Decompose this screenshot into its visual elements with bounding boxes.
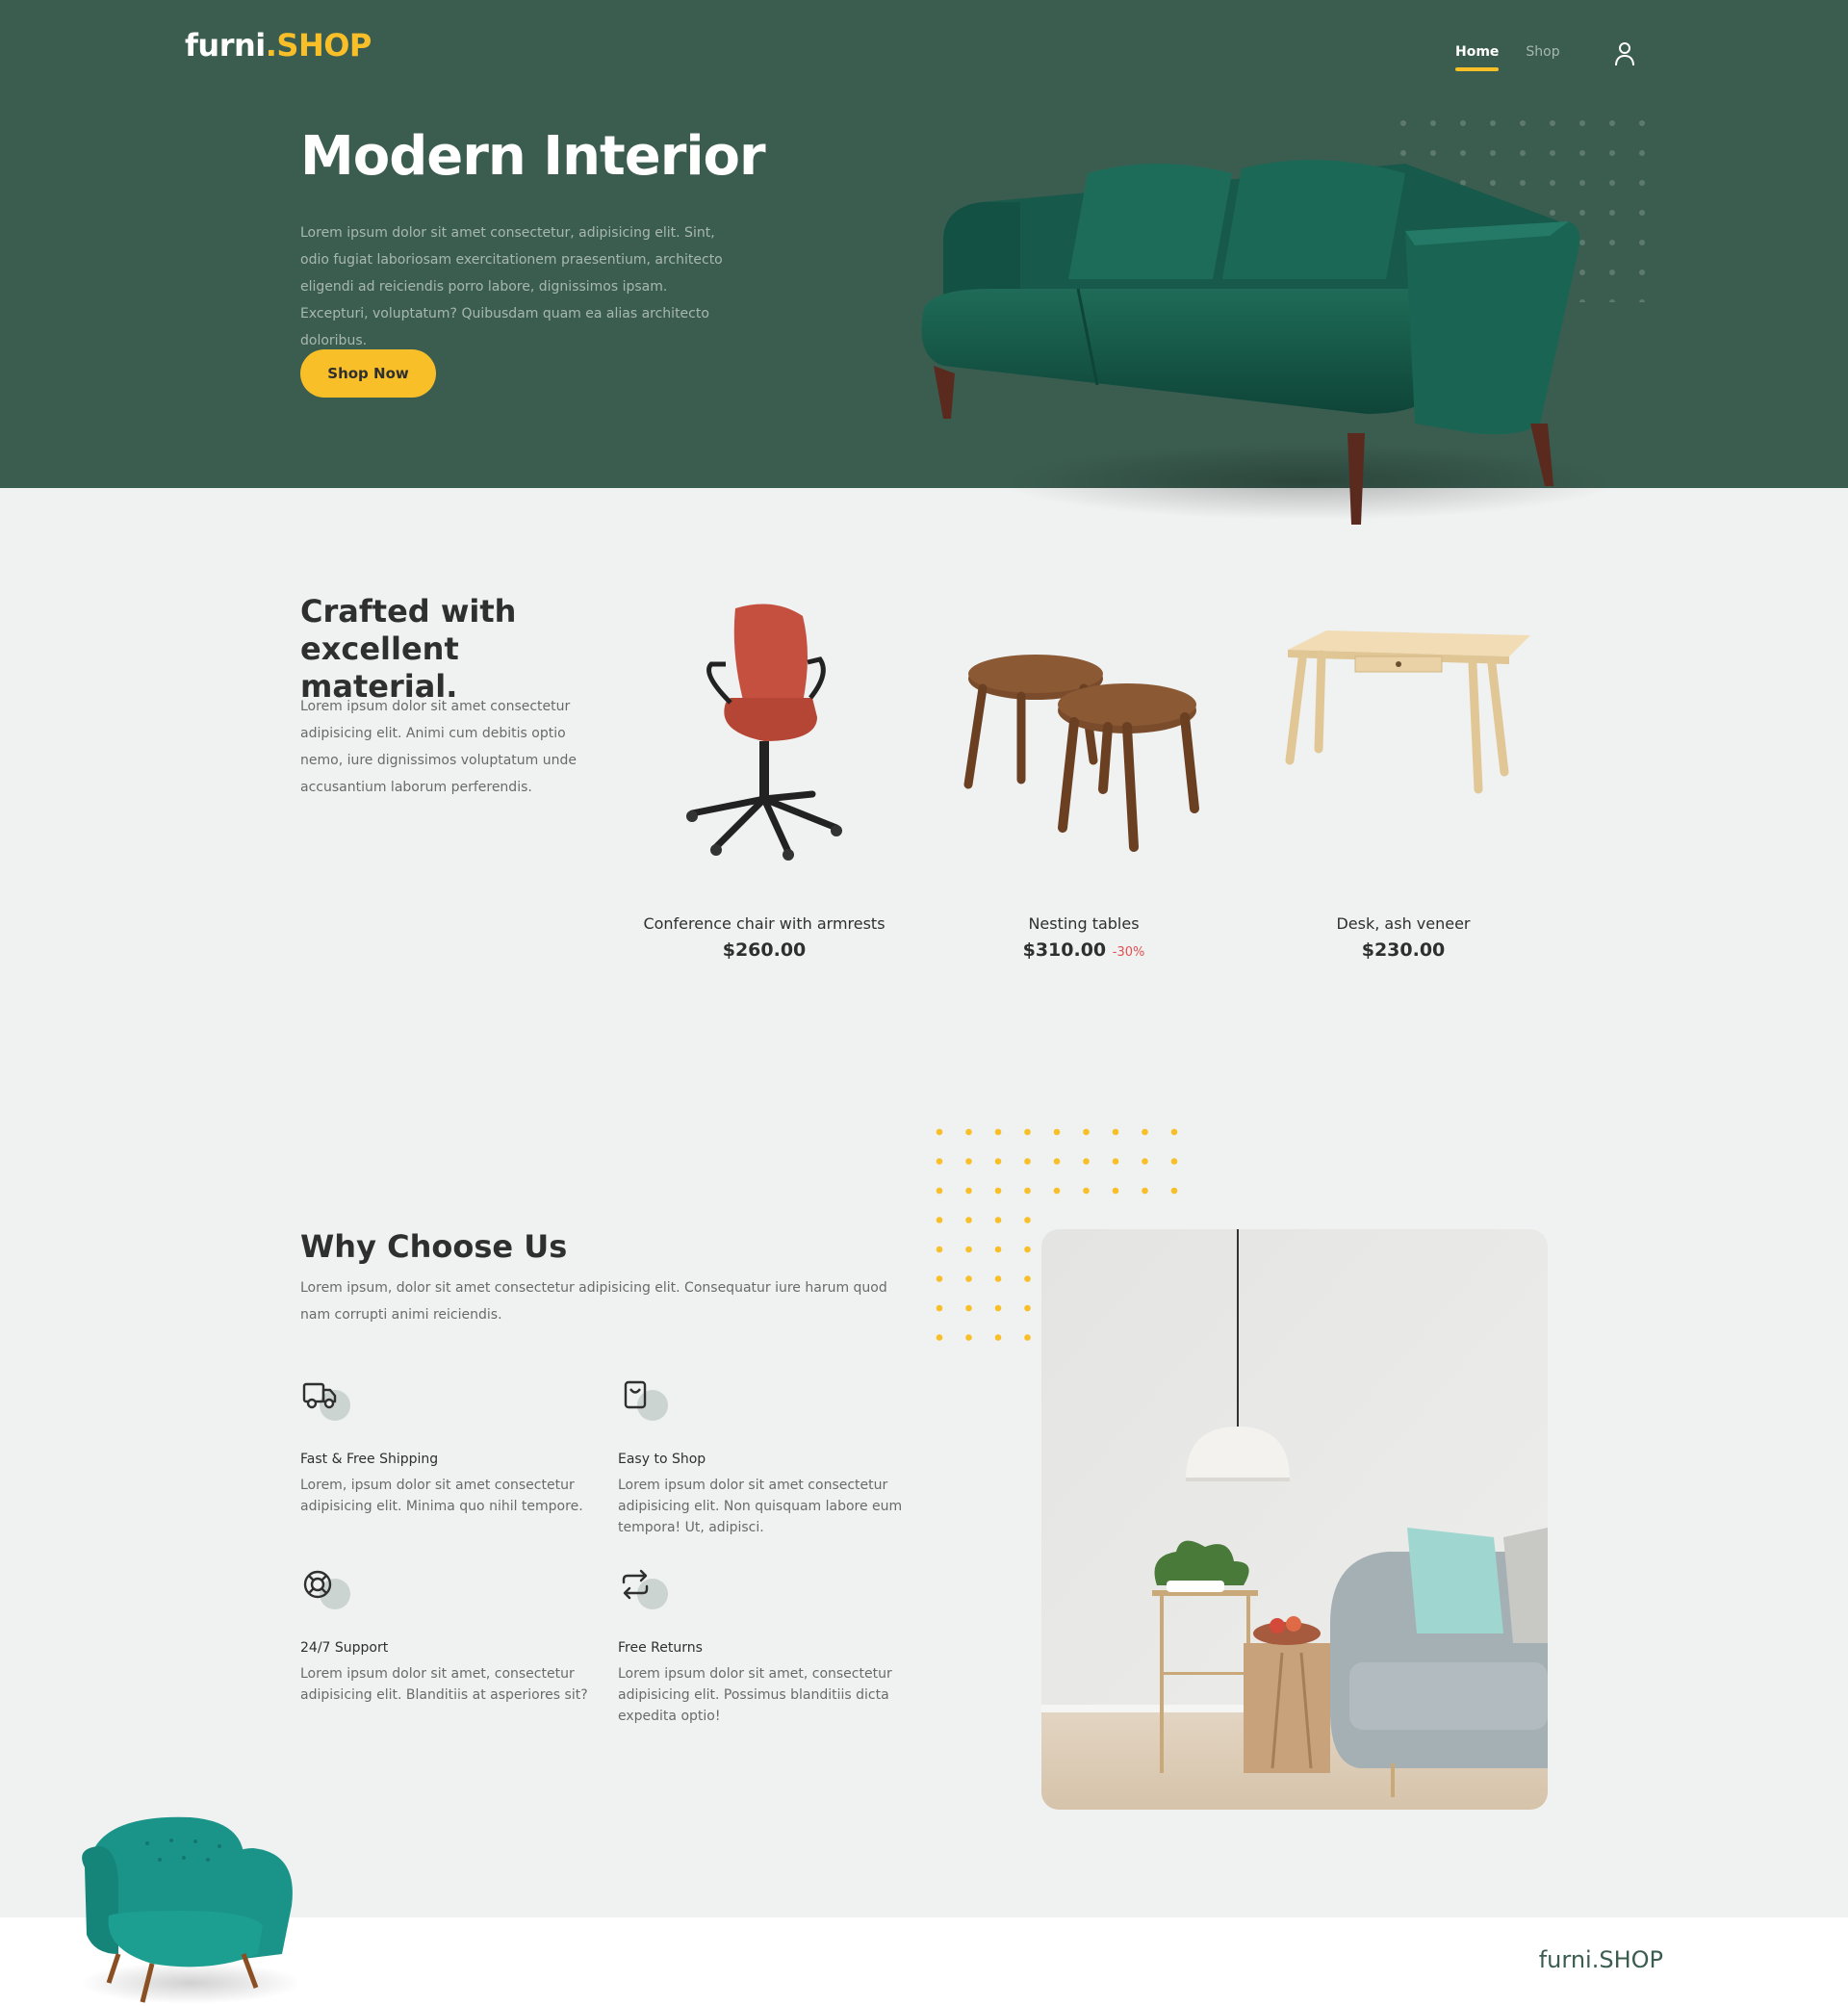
living-room-image bbox=[1041, 1229, 1548, 1810]
armchair-image bbox=[80, 1816, 301, 2004]
office-chair-image bbox=[686, 604, 842, 861]
logo-shop: SHOP bbox=[276, 27, 372, 64]
shop-now-button[interactable]: Shop Now bbox=[300, 349, 436, 398]
product-price: $260.00 bbox=[620, 939, 909, 961]
feature-shipping: Fast & Free Shipping Lorem, ipsum dolor … bbox=[300, 1378, 589, 1517]
feature-title: Fast & Free Shipping bbox=[300, 1452, 439, 1467]
logo-main: furni bbox=[185, 27, 266, 64]
truck-icon bbox=[300, 1378, 350, 1427]
product-card[interactable]: Desk, ash veneer $230.00 bbox=[1259, 597, 1548, 982]
feature-text: Lorem ipsum dolor sit amet, consectetur … bbox=[300, 1666, 588, 1703]
repeat-icon bbox=[618, 1567, 668, 1615]
lifebuoy-icon bbox=[300, 1567, 350, 1615]
product-name: Conference chair with armrests bbox=[643, 914, 886, 933]
why-text: Lorem ipsum, dolor sit amet consectetur … bbox=[300, 1280, 887, 1323]
discount-badge: -30% bbox=[1112, 945, 1145, 960]
product-name: Nesting tables bbox=[1028, 914, 1140, 933]
products-title: Crafted with excellent material. bbox=[300, 593, 517, 705]
feature-text: Lorem, ipsum dolor sit amet consectetur … bbox=[300, 1478, 583, 1514]
product-price: $310.00 -30% bbox=[939, 939, 1228, 961]
product-name: Desk, ash veneer bbox=[1336, 914, 1471, 933]
feature-title: Easy to Shop bbox=[618, 1452, 706, 1467]
product-price: $230.00 bbox=[1259, 939, 1548, 961]
products-text: Lorem ipsum dolor sit amet consectetur a… bbox=[300, 699, 577, 795]
desk-image bbox=[1285, 630, 1530, 794]
feature-text: Lorem ipsum dolor sit amet, consectetur … bbox=[618, 1666, 892, 1724]
product-card[interactable]: Conference chair with armrests $260.00 bbox=[620, 597, 909, 982]
logo-dot: . bbox=[265, 27, 277, 64]
feature-title: Free Returns bbox=[618, 1640, 703, 1656]
feature-support: 24/7 Support Lorem ipsum dolor sit amet,… bbox=[300, 1567, 589, 1706]
nav-shop[interactable]: Shop bbox=[1526, 44, 1559, 71]
price-value: $230.00 bbox=[1361, 939, 1446, 961]
feature-returns: Free Returns Lorem ipsum dolor sit amet,… bbox=[618, 1567, 907, 1727]
feature-text: Lorem ipsum dolor sit amet consectetur a… bbox=[618, 1478, 903, 1535]
price-value: $260.00 bbox=[722, 939, 807, 961]
price-value: $310.00 bbox=[1022, 939, 1107, 961]
feature-easy-shop: Easy to Shop Lorem ipsum dolor sit amet … bbox=[618, 1378, 907, 1538]
nesting-tables-image bbox=[963, 655, 1199, 852]
hero-text: Lorem ipsum dolor sit amet consectetur, … bbox=[300, 225, 723, 348]
user-icon[interactable] bbox=[1613, 40, 1636, 67]
feature-title: 24/7 Support bbox=[300, 1640, 389, 1656]
shopping-bag-icon bbox=[618, 1378, 668, 1427]
why-title: Why Choose Us bbox=[300, 1228, 568, 1265]
logo[interactable]: furni.SHOP bbox=[185, 27, 372, 64]
nav-home[interactable]: Home bbox=[1455, 44, 1500, 71]
sofa-image bbox=[921, 160, 1617, 525]
main-nav: Home Shop bbox=[1455, 44, 1560, 71]
hero-title: Modern Interior bbox=[300, 125, 766, 188]
product-card[interactable]: Nesting tables $310.00 -30% bbox=[939, 597, 1228, 982]
footer-logo[interactable]: furni.SHOP bbox=[1539, 1946, 1663, 1973]
